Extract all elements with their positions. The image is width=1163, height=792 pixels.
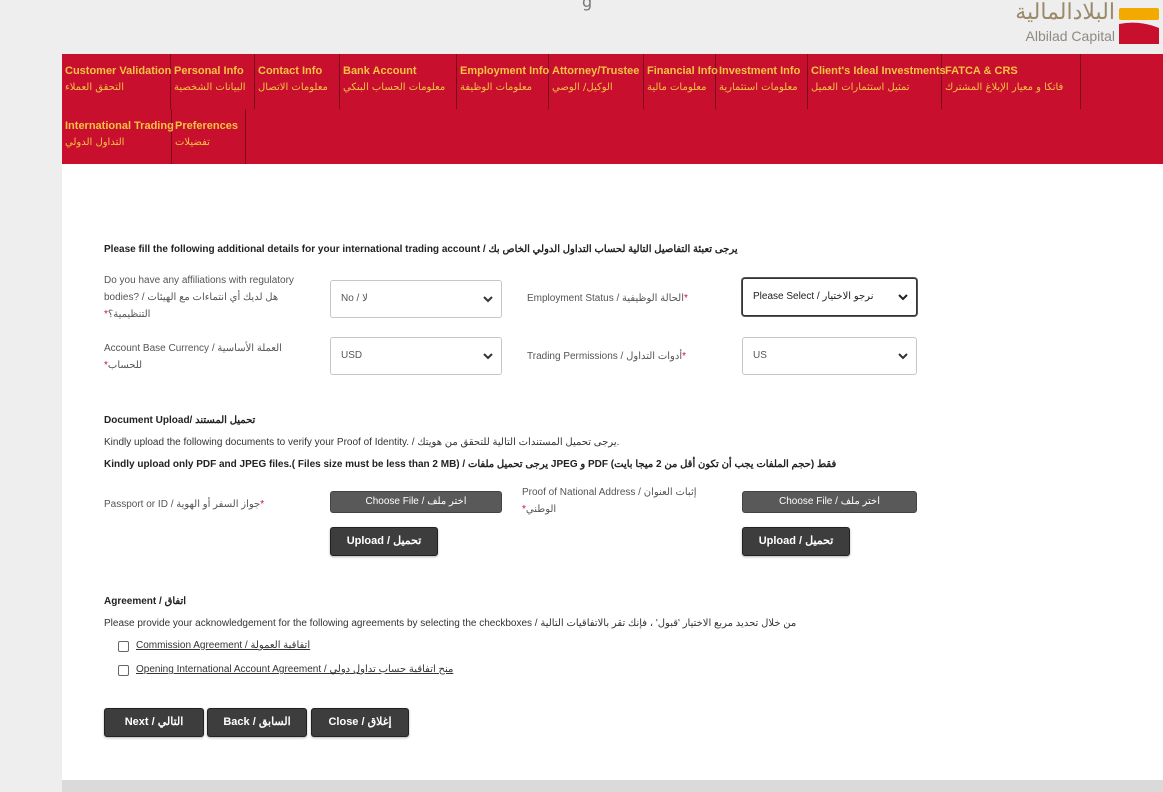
base-currency-label-line: Account Base Currency / العملة الأساسية [104, 343, 282, 354]
chevron-down-icon [898, 294, 908, 301]
employment-status-select[interactable]: Please Select / نرجو الاختيار [742, 278, 917, 316]
tab-investment-info[interactable]: Investment Info معلومات استثمارية [716, 54, 808, 109]
national-address-label-line: الوطني [525, 504, 557, 515]
tab-label-ar: الوكيل/ الوصي [552, 82, 613, 93]
tab-label-en: Personal Info [174, 65, 244, 77]
tab-label-en: International Trading [65, 120, 174, 132]
base-currency-label: Account Base Currency / العملة الأساسية … [104, 340, 314, 374]
select-value: No / لا [341, 293, 368, 304]
affiliations-label-line: Do you have any affiliations with regula… [104, 275, 294, 286]
tab-label-en: Employment Info [460, 65, 550, 77]
international-account-agreement-checkbox[interactable] [118, 665, 129, 676]
page-footer-bar [62, 780, 1163, 792]
employment-status-label: Employment Status / الحالة الوظيفية* [527, 290, 688, 307]
document-instruction: Kindly upload the following documents to… [104, 437, 620, 448]
tab-label-ar: البيانات الشخصية [174, 82, 246, 93]
tab-label-ar: فاتكا و معيار الإبلاغ المشترك [945, 82, 1064, 93]
tab-contact-info[interactable]: Contact Info معلومات الاتصال [255, 54, 340, 109]
tab-attorney-trustee[interactable]: Attorney/Trustee الوكيل/ الوصي [549, 54, 644, 109]
tab-label-ar: التحقق العملاء [65, 82, 124, 93]
commission-agreement-checkbox[interactable] [118, 641, 129, 652]
chevron-down-icon [483, 296, 493, 303]
employment-status-label-text: Employment Status / الحالة الوظيفية [527, 293, 684, 304]
tab-label-ar: معلومات الاتصال [258, 82, 328, 93]
address-choose-file-button[interactable]: Choose File / اختر ملف [742, 491, 917, 513]
tab-fatca-crs[interactable]: FATCA & CRS فاتكا و معيار الإبلاغ المشتر… [942, 54, 1081, 109]
trading-permissions-select[interactable]: US [742, 337, 917, 375]
trading-permissions-label-text: Trading Permissions / أدوات التداول [527, 351, 683, 362]
form-intro-heading: Please fill the following additional det… [104, 244, 738, 255]
required-marker: * [683, 293, 688, 304]
logo-mark-icon [1119, 8, 1159, 44]
base-currency-select[interactable]: USD [330, 337, 502, 375]
address-upload-button[interactable]: Upload / تحميل [742, 527, 850, 556]
national-address-label-line: Proof of National Address / إثبات العنوا… [522, 487, 697, 498]
tab-label-en: Contact Info [258, 65, 323, 77]
tab-label-en: Customer Validation [65, 65, 172, 77]
select-value: US [753, 350, 767, 361]
tab-employment-info[interactable]: Employment Info معلومات الوظيفة [457, 54, 549, 109]
base-currency-label-line: للحساب [107, 360, 143, 371]
tab-financial-info[interactable]: Financial Info معلومات مالية [644, 54, 718, 109]
international-account-agreement-link[interactable]: Opening International Account Agreement … [136, 664, 453, 675]
commission-agreement-link[interactable]: Commission Agreement / اتفاقية العمولة [136, 640, 310, 651]
tab-label-en: Attorney/Trustee [552, 65, 640, 77]
tab-preferences[interactable]: Preferences تفضيلات [172, 109, 246, 164]
tab-label-en: Client's Ideal Investments [811, 65, 946, 77]
affiliations-select[interactable]: No / لا [330, 280, 502, 318]
logo-english-text: Albilad Capital [1025, 28, 1116, 44]
tab-label-ar: معلومات الحساب البنكي [343, 82, 446, 93]
logo-arabic-text: البلادالمالية [1015, 0, 1115, 25]
chevron-down-icon [898, 353, 908, 360]
tab-customer-validation[interactable]: Customer Validation التحقق العملاء [62, 54, 171, 109]
passport-label-text: Passport or ID / جواز السفر أو الهوية [104, 499, 261, 510]
tab-label-ar: معلومات مالية [647, 82, 707, 93]
form-panel: Please fill the following additional det… [62, 164, 1163, 780]
affiliations-label: Do you have any affiliations with regula… [104, 272, 324, 323]
select-value: Please Select / نرجو الاختيار [753, 291, 874, 302]
document-format-note: Kindly upload only PDF and JPEG files.( … [104, 459, 837, 470]
passport-label: Passport or ID / جواز السفر أو الهوية* [104, 496, 264, 513]
page-header: g البلادالمالية Albilad Capital [62, 0, 1163, 54]
tab-personal-info[interactable]: Personal Info البيانات الشخصية [171, 54, 255, 109]
required-marker: * [682, 351, 687, 362]
select-value: USD [341, 350, 363, 361]
next-button[interactable]: Next / التالي [104, 708, 204, 737]
passport-choose-file-button[interactable]: Choose File / اختر ملف [330, 491, 502, 513]
affiliations-label-line: bodies? / هل لديك أي انتماءات مع الهيئات [104, 292, 279, 303]
trading-permissions-label: Trading Permissions / أدوات التداول* [527, 348, 686, 365]
tab-label-ar: معلومات استثمارية [719, 82, 798, 93]
agreement-heading: Agreement / اتفاق [104, 596, 187, 607]
tab-label-ar: التداول الدولي [65, 137, 125, 148]
tab-label-ar: معلومات الوظيفة [460, 82, 533, 93]
tab-label-en: Investment Info [719, 65, 801, 77]
passport-upload-button[interactable]: Upload / تحميل [330, 527, 438, 556]
tab-international-trading[interactable]: International Trading التداول الدولي [62, 109, 174, 164]
page-title-fragment: g [582, 0, 593, 11]
tab-label-en: Financial Info [647, 65, 718, 77]
tab-label-ar: تمثيل استثمارات العميل [811, 82, 910, 93]
step-navigation: Customer Validation التحقق العملاء Perso… [62, 54, 1163, 164]
agreement-instruction: Please provide your acknowledgement for … [104, 618, 797, 629]
albilad-logo: البلادالمالية Albilad Capital [991, 0, 1161, 50]
back-button[interactable]: Back / السابق [207, 708, 307, 737]
tab-clients-ideal-investments[interactable]: Client's Ideal Investments تمثيل استثمار… [808, 54, 946, 109]
chevron-down-icon [483, 353, 493, 360]
close-button[interactable]: Close / إغلاق [311, 708, 409, 737]
tab-label-en: Bank Account [343, 65, 417, 77]
national-address-label: Proof of National Address / إثبات العنوا… [522, 484, 722, 518]
tab-bank-account[interactable]: Bank Account معلومات الحساب البنكي [340, 54, 457, 109]
tab-label-ar: تفضيلات [175, 137, 210, 148]
affiliations-label-line: التنظيمية؟ [107, 309, 151, 320]
tab-label-en: FATCA & CRS [945, 65, 1018, 77]
required-marker: * [260, 499, 265, 510]
document-upload-heading: Document Upload/ تحميل المستند [104, 415, 256, 426]
tab-label-en: Preferences [175, 120, 238, 132]
